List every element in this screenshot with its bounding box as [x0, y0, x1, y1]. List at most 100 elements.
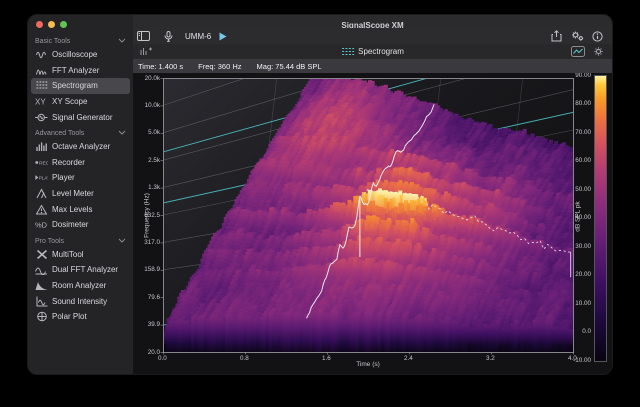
tool-tab-bar: Spectrogram: [133, 44, 612, 60]
colorbar-tick-label: 70.00: [565, 129, 591, 136]
active-tool-tab[interactable]: Spectrogram: [341, 47, 404, 57]
sidebar: Basic Tools Oscilloscope FFT Analyzer Spect…: [28, 15, 134, 374]
sidebar-item-xy-scope[interactable]: XY XY Scope: [31, 94, 130, 110]
tool-label: Oscilloscope: [52, 50, 97, 59]
sidebar-item-oscilloscope[interactable]: Oscilloscope: [31, 47, 130, 63]
sidebar-item-level-meter[interactable]: Level Meter: [31, 186, 130, 202]
sidebar-item-dosimeter[interactable]: %D Dosimeter: [31, 217, 130, 233]
sidebar-item-recorder[interactable]: RECRecorder: [31, 155, 130, 171]
octave-analyzer-icon: [35, 141, 48, 153]
sidebar-section-header-basic-tools[interactable]: Basic Tools: [28, 33, 133, 47]
chevron-down-icon: [118, 130, 126, 137]
signal-generator-icon: [35, 111, 48, 123]
sidebar-item-room-analyzer[interactable]: Room Analyzer: [31, 278, 130, 294]
cursor-mag-readout: Mag: 75.44 dB SPL: [257, 62, 322, 71]
cursor-status-bar: Time: 1.400 s Freq: 360 Hz Mag: 75.44 dB…: [133, 59, 612, 74]
colorbar-tick-label: 80.00: [565, 100, 591, 107]
plot-settings-gear-button[interactable]: [589, 44, 608, 59]
freq-tick-label: 158.9: [134, 266, 160, 273]
tool-label: FFT Analyzer: [52, 66, 99, 75]
colorbar-tick-label: 30.00: [565, 243, 591, 250]
freq-tick-label: 632.5: [134, 212, 160, 219]
max-levels-icon: [35, 203, 48, 215]
sidebar-item-octave-analyzer[interactable]: Octave Analyzer: [31, 139, 130, 155]
sidebar-section-header-advanced-tools[interactable]: Advanced Tools: [28, 125, 133, 139]
tool-label: Player: [52, 173, 75, 182]
freq-tick-label: 20.0k: [134, 75, 160, 82]
polar-plot-icon: [35, 311, 48, 323]
play-button[interactable]: [215, 28, 231, 44]
level-meter-icon: [35, 188, 48, 200]
recorder-icon: REC: [35, 156, 48, 168]
freq-tick-label: 1.3k: [134, 184, 160, 191]
tool-label: Spectrogram: [52, 81, 98, 90]
colorbar-tick-label: 60.00: [565, 157, 591, 164]
window-controls: [36, 21, 67, 28]
title-bar: SignalScope XM: [133, 15, 612, 29]
display-mode-button[interactable]: [567, 44, 589, 59]
freq-tick-label: 5.0k: [134, 129, 160, 136]
colorbar: [594, 75, 607, 362]
tool-label: Dual FFT Analyzer: [52, 265, 118, 274]
device-name-label[interactable]: UMM-6: [185, 32, 211, 41]
main-toolbar: UMM-6: [133, 28, 612, 45]
waterfall-canvas[interactable]: [133, 73, 612, 374]
svg-text:XY: XY: [35, 98, 46, 107]
dosimeter-icon: %D: [35, 219, 48, 231]
fft-analyzer-icon: [35, 64, 48, 76]
add-waveform-button[interactable]: [136, 44, 157, 59]
colorbar-tick-label: 50.00: [565, 186, 591, 193]
zoom-window-button[interactable]: [60, 21, 67, 28]
chevron-down-icon: [118, 38, 126, 45]
sidebar-item-sound-intensity[interactable]: Sound Intensity: [31, 293, 130, 309]
sound-intensity-icon: [35, 295, 48, 307]
info-button[interactable]: [588, 28, 607, 44]
player-icon: PLAY: [35, 172, 48, 184]
room-analyzer-icon: [35, 280, 48, 292]
colorbar-tick-label: 10.00: [565, 300, 591, 307]
section-label: Basic Tools: [35, 38, 70, 45]
svg-text:PLAY: PLAY: [39, 176, 48, 181]
sidebar-item-spectrogram[interactable]: Spectrogram: [31, 78, 130, 94]
settings-gears-button[interactable]: [566, 28, 588, 44]
colorbar-tick-label: 0.0: [565, 328, 591, 335]
time-tick-label: 1.6: [322, 355, 331, 362]
sidebar-item-multitool[interactable]: MultiTool: [31, 247, 130, 263]
spectrogram-plot-pane: Frequency (Hz) Time (s) dB SPL pk 20.0k1…: [133, 73, 612, 374]
sidebar-item-dual-fft-analyzer[interactable]: Dual FFT Analyzer: [31, 262, 130, 278]
freq-tick-label: 10.0k: [134, 102, 160, 109]
tool-label: XY Scope: [52, 97, 87, 106]
freq-tick-label: 2.5k: [134, 157, 160, 164]
tool-label: Room Analyzer: [52, 281, 106, 290]
sidebar-item-polar-plot[interactable]: Polar Plot: [31, 309, 130, 325]
cursor-freq-readout: Freq: 360 Hz: [198, 62, 241, 71]
sidebar-item-player[interactable]: PLAY Player: [31, 170, 130, 186]
freq-tick-label: 79.6: [134, 294, 160, 301]
tool-label: Dosimeter: [52, 220, 88, 229]
close-window-button[interactable]: [36, 21, 43, 28]
tool-label: MultiTool: [52, 250, 84, 259]
time-tick-label: 0.0: [158, 355, 167, 362]
tool-label: Level Meter: [52, 189, 94, 198]
input-device-icon[interactable]: [160, 28, 177, 44]
dual-fft-icon: [35, 264, 48, 276]
tool-label: Polar Plot: [52, 312, 87, 321]
toggle-sidebar-button[interactable]: [133, 28, 154, 44]
sidebar-item-signal-generator[interactable]: Signal Generator: [31, 109, 130, 125]
active-tool-label: Spectrogram: [358, 47, 404, 56]
sidebar-item-max-levels[interactable]: Max Levels: [31, 201, 130, 217]
time-tick-label: 0.8: [240, 355, 249, 362]
spectrogram-icon: [35, 80, 48, 92]
freq-tick-label: 39.9: [134, 321, 160, 328]
tool-list: Basic Tools Oscilloscope FFT Analyzer Spect…: [28, 33, 133, 370]
freq-tick-label: 20.0: [134, 349, 160, 356]
section-label: Pro Tools: [35, 238, 64, 245]
freq-tick-label: 317.0: [134, 239, 160, 246]
oscilloscope-icon: [35, 49, 48, 61]
share-button[interactable]: [547, 28, 566, 44]
sidebar-item-fft-analyzer[interactable]: FFT Analyzer: [31, 63, 130, 79]
tool-label: Signal Generator: [52, 113, 112, 122]
colorbar-tick-label: 40.00: [565, 214, 591, 221]
minimize-window-button[interactable]: [48, 21, 55, 28]
sidebar-section-header-pro-tools[interactable]: Pro Tools: [28, 233, 133, 247]
